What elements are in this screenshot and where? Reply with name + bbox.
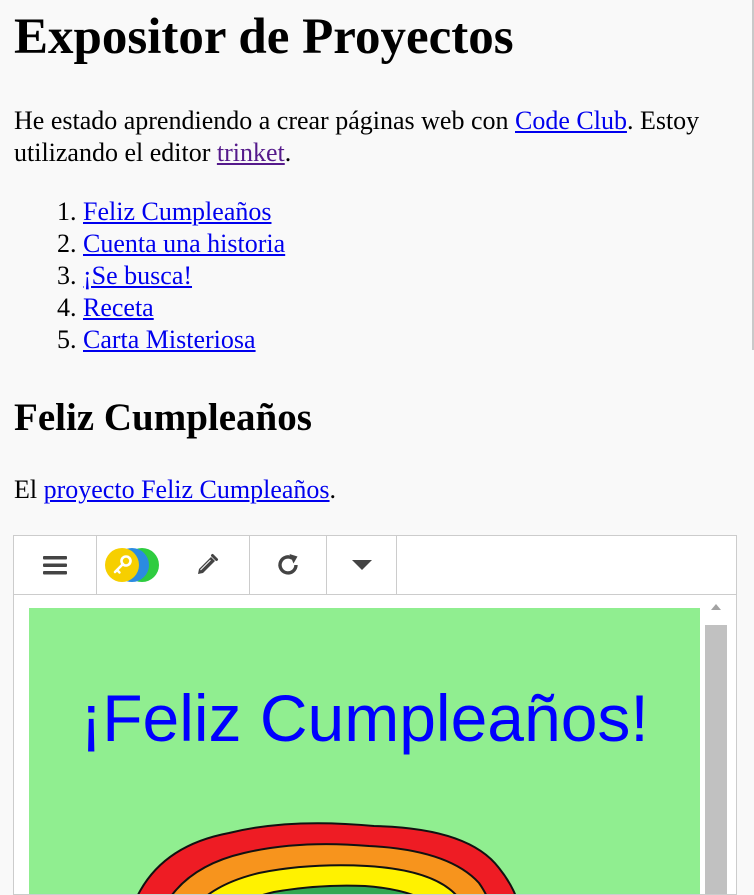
project-detail-link[interactable]: proyecto Feliz Cumpleaños — [44, 475, 330, 504]
refresh-icon — [278, 554, 298, 575]
code-club-link[interactable]: Code Club — [515, 106, 627, 135]
page-title: Expositor de Proyectos — [14, 9, 514, 65]
trinket-output: ¡Feliz Cumpleaños! — [14, 595, 736, 894]
project-list: Feliz Cumpleaños Cuenta una historia ¡Se… — [14, 196, 740, 356]
project-link-feliz-cumpleanos[interactable]: Feliz Cumpleaños — [83, 197, 271, 226]
intro-text-after: . — [284, 138, 292, 167]
output-canvas: ¡Feliz Cumpleaños! — [29, 608, 700, 894]
project-link-cuenta-una-historia[interactable]: Cuenta una historia — [83, 229, 285, 258]
menu-icon — [43, 556, 67, 575]
section-paragraph: El proyecto Feliz Cumpleaños. — [14, 474, 740, 506]
section-heading: Feliz Cumpleaños — [14, 396, 312, 439]
rainbow-image — [137, 822, 516, 894]
share-edit-group — [97, 536, 250, 594]
project-list-item: Feliz Cumpleaños — [83, 196, 740, 228]
trinket-link[interactable]: trinket — [217, 138, 285, 167]
project-list-item: Receta — [83, 292, 740, 324]
project-list-item: Carta Misteriosa — [83, 324, 740, 356]
intro-text-before: He estado aprendiendo a crear páginas we… — [14, 106, 515, 135]
output-greeting: ¡Feliz Cumpleaños! — [80, 681, 649, 755]
caret-down-icon — [351, 560, 372, 570]
menu-button[interactable] — [14, 536, 97, 594]
project-list-item: ¡Se busca! — [83, 260, 740, 292]
intro-paragraph: He estado aprendiendo a crear páginas we… — [14, 105, 740, 169]
scrollbar-thumb[interactable] — [705, 625, 727, 894]
trinket-toolbar — [14, 536, 736, 595]
project-list-item: Cuenta una historia — [83, 228, 740, 260]
dropdown-button[interactable] — [327, 536, 397, 594]
key-button[interactable] — [105, 547, 161, 583]
section-text-before: El — [14, 475, 44, 504]
scroll-up-arrow-icon[interactable] — [710, 603, 722, 611]
output-scrollbar[interactable] — [704, 595, 728, 894]
project-link-se-busca[interactable]: ¡Se busca! — [83, 261, 192, 290]
refresh-button[interactable] — [250, 536, 327, 594]
pencil-icon[interactable] — [195, 553, 219, 577]
key-icon — [105, 548, 139, 582]
page-content: Expositor de Proyectos He estado aprendi… — [0, 0, 754, 506]
project-link-receta[interactable]: Receta — [83, 293, 154, 322]
trinket-embed: ¡Feliz Cumpleaños! — [13, 535, 737, 895]
section-text-after: . — [329, 475, 337, 504]
project-link-carta-misteriosa[interactable]: Carta Misteriosa — [83, 325, 256, 354]
